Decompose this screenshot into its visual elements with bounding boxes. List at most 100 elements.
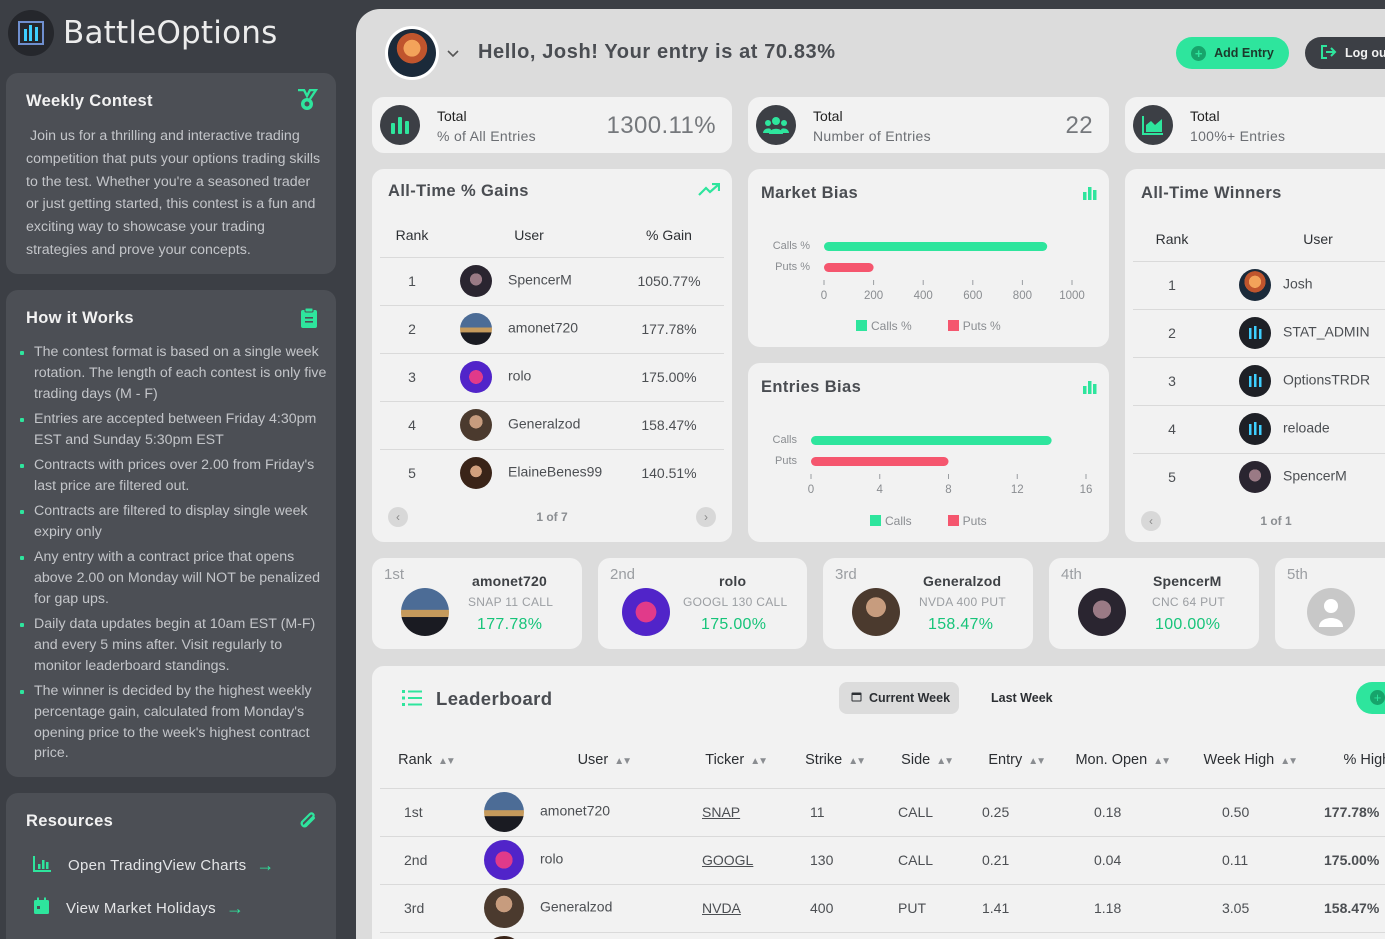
table-row[interactable]: 3 rolo 175.00% [380,352,724,401]
tick-label: 0 [821,290,827,302]
page-indicator: 1 of 7 [536,510,568,524]
podium-pct: 100.00% [1155,616,1221,633]
podium-pct: 177.78% [477,616,543,633]
tick-label: 0 [808,484,814,496]
tab-label: Last Week [991,691,1053,705]
chevron-left-icon[interactable]: ‹ [388,507,408,527]
table-row[interactable]: 5 SpencerM [1133,452,1385,501]
column-header-entry[interactable]: Entry ▲▼ [960,732,1052,788]
podium-name: rolo [719,573,747,589]
table-row [380,931,1385,939]
legend-label: Calls [885,514,912,528]
category-label: Puts % [775,261,810,273]
podium-name: amonet720 [472,573,547,589]
chevron-down-icon[interactable] [447,45,459,61]
tick-label: 600 [963,290,982,302]
podium-card-5th[interactable]: 5th LI [1275,558,1385,649]
tick-label: 800 [1013,290,1032,302]
chevron-left-icon[interactable]: ‹ [1141,511,1161,531]
column-header-strike[interactable]: Strike ▲▼ [774,732,872,788]
entry-cell: 1.41 [960,883,1052,932]
column-header: Rank [395,226,429,243]
column-header-side[interactable]: Side ▲▼ [872,732,960,788]
table-row[interactable]: 2 STAT_ADMIN [1133,308,1385,357]
bar-chart-icon [380,105,420,145]
table-row[interactable]: 2nd rolo GOOGL 130 CALL 0.21 0.04 0.11 1… [380,835,1385,884]
table-row[interactable]: 4 reloade [1133,404,1385,453]
avatar [852,588,900,636]
open-cell: 0.04 [1052,835,1177,884]
user-cell: rolo [508,367,532,384]
avatar [460,313,492,345]
view-market-holidays-link[interactable]: View Market Holidays → [33,897,244,919]
bar[interactable] [811,457,949,466]
table-row[interactable]: 1 SpencerM 1050.77% [380,256,724,305]
header-label: Strike [805,751,843,768]
ticker-link[interactable]: GOOGL [702,852,753,868]
stat-value: 1300.11% [606,112,716,139]
legend-item[interactable]: Puts [947,514,987,528]
podium-card-1st[interactable]: 1st amonet720 SNAP 11 CALL 177.78% [372,558,582,649]
header-label: Mon. Open [1075,751,1148,768]
column-header-user[interactable]: User ▲▼ [472,732,644,788]
table-row[interactable]: 1 Josh [1133,260,1385,309]
table-row[interactable]: 4 Generalzod 158.47% [380,400,724,449]
how-it-works-title: How it Works [26,309,134,327]
legend-item[interactable]: Calls [870,514,912,528]
leaderboard-table: Rank ▲▼ User ▲▼ Ticker ▲▼ Strike ▲▼ Side ▲▼ E… [380,732,1385,939]
header-label: Week High [1203,751,1275,768]
ticker-link[interactable]: SNAP [702,804,740,820]
rank-cell: 2 [380,304,444,353]
column-header-rank[interactable]: Rank ▲▼ [380,732,472,788]
sort-icon: ▲▼ [936,755,954,767]
brand[interactable]: BattleOptions [8,9,277,57]
chevron-right-icon[interactable]: › [696,507,716,527]
avatar [484,792,524,832]
rank-cell: 5 [380,448,444,497]
avatar [484,888,524,928]
table-row[interactable]: 1st amonet720 SNAP 11 CALL 0.25 0.18 0.5… [380,787,1385,836]
tab-current-week[interactable]: Current Week [839,682,959,714]
table-row[interactable]: 3rd Generalzod NVDA 400 PUT 1.41 1.18 3.… [380,883,1385,932]
podium-rank: 5th [1287,566,1308,583]
column-header: User [514,226,544,243]
podium-card-4th[interactable]: 4th SpencerM CNC 64 PUT 100.00% [1049,558,1259,649]
rank-cell: 1 [380,256,444,305]
user-avatar[interactable] [385,26,439,80]
alltime-winners-table: Rank User 1 Josh 2 STAT_ADMIN 3 OptionsTRDR… [1133,217,1385,501]
trending-up-icon [698,182,721,202]
rank-cell: 2nd [380,835,472,884]
logout-label: Log ou [1345,46,1385,60]
column-header-week-high[interactable]: Week High ▲▼ [1177,732,1304,788]
add-entry-button[interactable]: + Add Entry [1176,37,1289,69]
add-entry-button[interactable]: + [1356,682,1385,714]
entries-bias-chart: Calls Puts 0 4 8 12 16 [773,434,1093,496]
calendar-icon [851,691,862,705]
list-item: Contracts with prices over 2.00 from Fri… [20,455,332,497]
legend-item[interactable]: Puts % [947,319,1001,333]
medal-icon [296,88,319,116]
tab-last-week[interactable]: Last Week [991,682,1071,714]
header-label: Ticker [705,751,745,768]
bar[interactable] [811,436,1052,445]
legend-label: Calls % [871,319,912,333]
column-header-mon-open[interactable]: Mon. Open ▲▼ [1052,732,1177,788]
avatar [484,840,524,880]
bar[interactable] [824,263,874,272]
table-row[interactable]: 3 OptionsTRDR [1133,356,1385,405]
column-header: Rank [1155,230,1189,247]
column-header-ticker[interactable]: Ticker ▲▼ [644,732,774,788]
ticker-link[interactable]: NVDA [702,900,741,916]
table-row[interactable]: 2 amonet720 177.78% [380,304,724,353]
legend-item[interactable]: Calls % [856,319,912,333]
podium-card-3rd[interactable]: 3rd Generalzod NVDA 400 PUT 158.47% [823,558,1033,649]
avatar [1239,269,1271,301]
open-tradingview-link[interactable]: Open TradingView Charts → [33,855,275,876]
column-header-pct-high[interactable]: % High▲▼ [1304,732,1385,788]
bar[interactable] [824,242,1048,251]
open-cell: 0.18 [1052,787,1177,836]
table-row[interactable]: 5 ElaineBenes99 140.51% [380,448,724,497]
logout-button[interactable]: Log ou [1305,37,1385,69]
avatar [622,588,670,636]
podium-card-2nd[interactable]: 2nd rolo GOOGL 130 CALL 175.00% [598,558,807,649]
